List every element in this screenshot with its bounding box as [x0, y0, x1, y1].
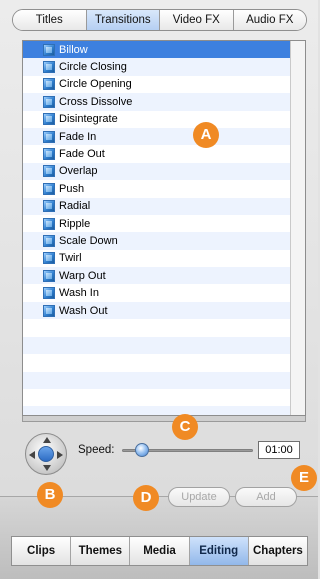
bottom-navigation: Clips Themes Media Editing Chapters — [11, 536, 308, 566]
transition-icon — [43, 113, 55, 126]
effect-category-tabs: Titles Transitions Video FX Audio FX — [12, 9, 307, 31]
transition-icon — [43, 287, 55, 300]
list-item-label: Twirl — [59, 252, 82, 265]
speed-slider-thumb[interactable] — [134, 443, 149, 457]
callout-b: B — [37, 482, 63, 508]
empty-row — [23, 354, 291, 371]
list-item[interactable]: Scale Down — [23, 232, 291, 250]
nav-themes[interactable]: Themes — [71, 537, 131, 565]
transition-icon — [43, 304, 55, 317]
tab-transitions[interactable]: Transitions — [86, 10, 160, 30]
tab-titles[interactable]: Titles — [13, 10, 87, 30]
transition-icon — [43, 234, 55, 247]
arrow-down-icon[interactable] — [43, 465, 51, 471]
empty-row — [23, 336, 291, 355]
list-item[interactable]: Disintegrate — [23, 111, 291, 128]
transition-icon — [43, 165, 55, 178]
callout-d: D — [133, 485, 159, 511]
transition-icon — [43, 130, 55, 143]
list-item[interactable]: Twirl — [23, 250, 291, 267]
transition-icon — [43, 78, 55, 91]
list-item-label: Scale Down — [59, 234, 118, 247]
empty-row — [23, 389, 291, 406]
list-item[interactable]: Push — [23, 180, 291, 197]
list-item-label: Disintegrate — [59, 113, 118, 126]
nav-editing[interactable]: Editing — [189, 537, 249, 565]
list-item[interactable]: Radial — [23, 197, 291, 215]
update-button[interactable]: Update — [168, 487, 230, 507]
list-item-label: Cross Dissolve — [59, 95, 133, 108]
transition-icon — [43, 269, 55, 282]
callout-a: A — [193, 122, 219, 148]
list-item-label: Wash In — [59, 287, 99, 300]
tab-video-fx[interactable]: Video FX — [160, 10, 234, 30]
transition-icon — [43, 95, 55, 108]
list-item[interactable]: Warp Out — [23, 267, 291, 285]
arrow-right-icon[interactable] — [57, 451, 63, 459]
empty-row — [23, 406, 291, 415]
list-item-label: Circle Closing — [59, 61, 127, 74]
list-item-label: Fade Out — [59, 148, 105, 161]
nav-chapters[interactable]: Chapters — [248, 537, 308, 565]
transition-icon — [43, 61, 55, 74]
list-item[interactable]: Ripple — [23, 215, 291, 232]
transitions-rows: Billow Circle Closing Circle Opening Cross … — [23, 41, 291, 320]
transition-icon — [43, 217, 55, 230]
list-item-label: Ripple — [59, 217, 91, 230]
list-item-label: Wash Out — [59, 304, 108, 317]
list-item-label: Warp Out — [59, 269, 106, 282]
nav-media[interactable]: Media — [130, 537, 190, 565]
speed-time-field[interactable]: 01:00 — [258, 441, 300, 459]
transition-icon — [43, 200, 55, 213]
speed-label: Speed: — [78, 444, 115, 456]
empty-row — [23, 319, 291, 336]
transition-icon — [43, 182, 55, 195]
tab-audio-fx[interactable]: Audio FX — [233, 10, 306, 30]
list-item[interactable]: Fade In — [23, 127, 291, 146]
list-item[interactable]: Circle Closing — [23, 58, 291, 76]
transition-icon — [43, 252, 55, 265]
callout-e: E — [291, 465, 317, 491]
arrow-left-icon[interactable] — [29, 451, 35, 459]
list-item[interactable]: Fade Out — [23, 145, 291, 162]
add-button[interactable]: Add — [235, 487, 297, 507]
list-item-label: Circle Opening — [59, 78, 132, 91]
list-item-label: Fade In — [59, 130, 97, 143]
list-bottom-edge — [22, 416, 306, 422]
list-item-label: Push — [59, 182, 85, 195]
list-item[interactable]: Overlap — [23, 162, 291, 181]
list-scrollbar[interactable] — [290, 41, 305, 415]
list-item[interactable]: Wash Out — [23, 301, 291, 320]
direction-center-icon — [38, 446, 54, 462]
list-item[interactable]: Circle Opening — [23, 76, 291, 93]
list-item[interactable]: Wash In — [23, 284, 291, 301]
direction-control[interactable] — [25, 433, 67, 475]
callout-c: C — [172, 414, 198, 440]
empty-row — [23, 371, 291, 389]
list-item-label: Radial — [59, 200, 91, 213]
arrow-up-icon[interactable] — [43, 437, 51, 443]
transition-icon — [43, 43, 55, 56]
transitions-list[interactable]: Billow Circle Closing Circle Opening Cross … — [22, 40, 306, 416]
list-item-label: Overlap — [59, 165, 98, 178]
list-item[interactable]: Billow — [23, 41, 291, 59]
nav-clips[interactable]: Clips — [12, 537, 72, 565]
list-item-label: Billow — [59, 43, 88, 56]
transition-icon — [43, 148, 55, 161]
list-item[interactable]: Cross Dissolve — [23, 93, 291, 111]
